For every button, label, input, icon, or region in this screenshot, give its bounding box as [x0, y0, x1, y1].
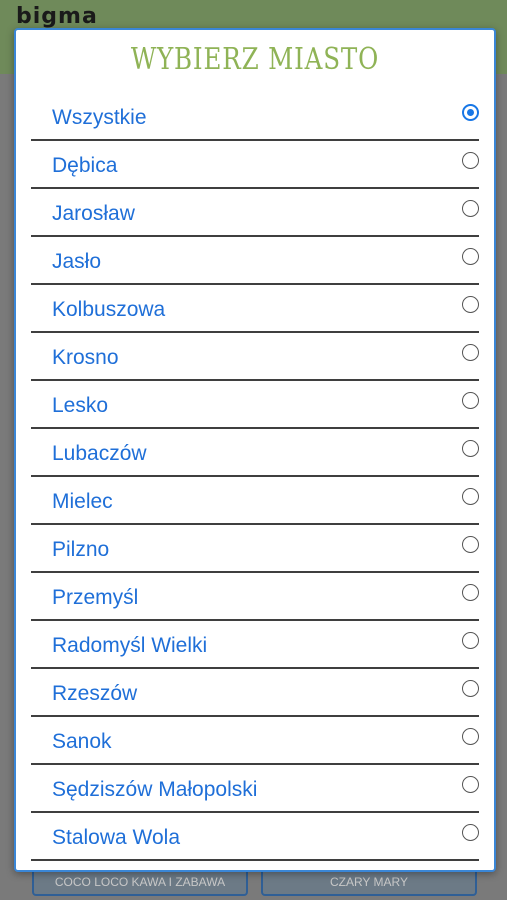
city-option[interactable]: Jasło	[31, 237, 479, 285]
city-option[interactable]: Lubaczów	[31, 429, 479, 477]
city-option-label: Lesko	[52, 394, 109, 417]
city-list[interactable]: Wszystkie Dębica Jarosław Jasło Kolbuszowa Kr…	[31, 93, 479, 870]
app-logo: bigma	[16, 4, 98, 29]
city-option-label: Sędziszów Małopolski	[52, 778, 258, 801]
radio-unselected-icon[interactable]	[462, 200, 479, 217]
city-option[interactable]: Rzeszów	[31, 669, 479, 717]
city-option[interactable]: Pilzno	[31, 525, 479, 573]
radio-unselected-icon[interactable]	[462, 824, 479, 841]
city-option[interactable]: Przemyśl	[31, 573, 479, 621]
city-option[interactable]: Kolbuszowa	[31, 285, 479, 333]
city-option-label: Jasło	[52, 250, 102, 273]
radio-unselected-icon[interactable]	[462, 152, 479, 169]
city-option[interactable]: Jarosław	[31, 189, 479, 237]
radio-unselected-icon[interactable]	[462, 632, 479, 649]
city-option-label: Kolbuszowa	[52, 298, 166, 321]
radio-unselected-icon[interactable]	[462, 488, 479, 505]
city-option[interactable]: Stalowa Wola	[31, 813, 479, 861]
city-option[interactable]: Krosno	[31, 333, 479, 381]
city-option[interactable]: Strzyżów	[31, 861, 479, 870]
radio-unselected-icon[interactable]	[462, 392, 479, 409]
radio-unselected-icon[interactable]	[462, 248, 479, 265]
city-option[interactable]: Radomyśl Wielki	[31, 621, 479, 669]
city-option-label: Wszystkie	[52, 106, 147, 129]
city-option[interactable]: Sanok	[31, 717, 479, 765]
radio-unselected-icon[interactable]	[462, 536, 479, 553]
category-button-czary-mary: CZARY MARY	[261, 868, 477, 896]
city-option-label: Stalowa Wola	[52, 826, 181, 849]
radio-unselected-icon[interactable]	[462, 728, 479, 745]
radio-unselected-icon[interactable]	[462, 344, 479, 361]
city-option[interactable]: Wszystkie	[31, 93, 479, 141]
city-option-label: Pilzno	[52, 538, 110, 561]
city-option-label: Radomyśl Wielki	[52, 634, 208, 657]
city-option-label: Rzeszów	[52, 682, 138, 705]
city-option[interactable]: Lesko	[31, 381, 479, 429]
city-option-label: Mielec	[52, 490, 113, 513]
city-option-label: Lubaczów	[52, 442, 147, 465]
city-option-label: Jarosław	[52, 202, 135, 225]
radio-unselected-icon[interactable]	[462, 776, 479, 793]
city-option[interactable]: Dębica	[31, 141, 479, 189]
city-option-label: Sanok	[52, 730, 112, 753]
city-option[interactable]: Mielec	[31, 477, 479, 525]
radio-unselected-icon[interactable]	[462, 296, 479, 313]
radio-unselected-icon[interactable]	[462, 440, 479, 457]
city-option-label: Przemyśl	[52, 586, 139, 609]
radio-unselected-icon[interactable]	[462, 584, 479, 601]
radio-unselected-icon[interactable]	[462, 680, 479, 697]
city-option-label: Krosno	[52, 346, 119, 369]
city-option[interactable]: Sędziszów Małopolski	[31, 765, 479, 813]
radio-selected-icon[interactable]	[462, 104, 479, 121]
category-button-coco-loco: COCO LOCO KAWA I ZABAWA	[32, 868, 248, 896]
dialog-title: WYBIERZ MIASTO	[130, 42, 380, 77]
city-option-label: Dębica	[52, 154, 118, 177]
city-picker-dialog: WYBIERZ MIASTO Wszystkie Dębica Jarosław Ja…	[14, 28, 496, 872]
